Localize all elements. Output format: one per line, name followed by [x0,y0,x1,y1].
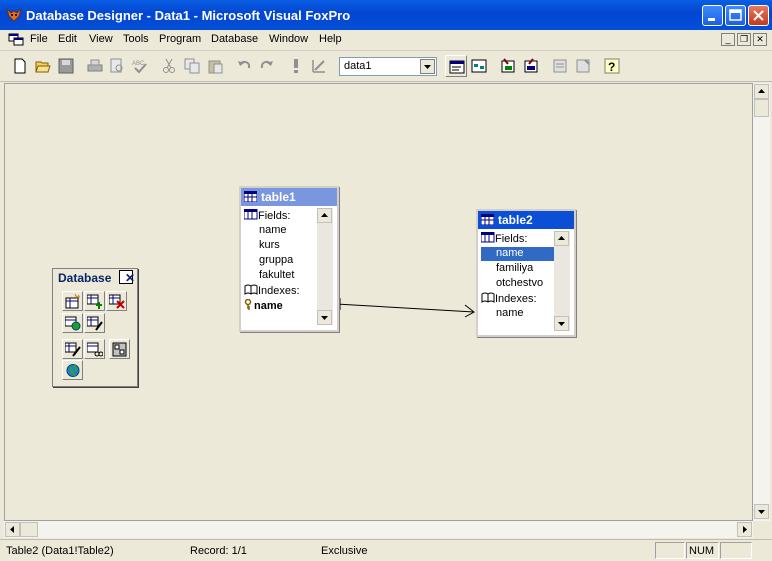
indexes-book-icon [481,292,495,303]
scroll-down-icon [321,316,328,320]
add-table-button[interactable] [84,291,105,311]
status-table-info: Table2 (Data1!Table2) [6,545,114,557]
table1-indexes-label: Indexes: [258,285,300,297]
scroll-left-button[interactable] [5,522,20,537]
table2-field-familiya[interactable]: familiya [496,262,533,277]
status-panel-num: NUM [686,542,719,559]
scroll-left-icon [10,526,14,533]
local-view-icon [87,316,103,331]
scroll-right-icon [743,526,747,533]
table1-scrollbar[interactable] [317,208,333,325]
remote-view-icon [65,316,81,331]
table1-field-kurs[interactable]: kurs [259,239,280,254]
add-table-icon [87,294,102,309]
modify-table-button[interactable] [62,339,83,359]
table2-scrollbar[interactable] [554,231,570,331]
table1-field-fakultet[interactable]: fakultet [259,269,294,284]
scroll-up-icon [321,213,328,217]
database-toolbar-title: Database [58,271,112,285]
fields-icon [480,231,495,243]
table-icon [481,214,494,225]
status-num: NUM [689,545,715,557]
table1-window[interactable]: table1 Fields: name kurs gruppa fakultet… [239,186,339,332]
table1-scroll-up[interactable] [317,208,332,223]
database-toolbar-titlebar[interactable]: Database ✕ [53,269,137,286]
table1-header[interactable]: table1 [241,188,337,206]
table1-scroll-down[interactable] [317,310,332,325]
new-table-button[interactable] [62,291,83,311]
table2-indexes-label-row: Indexes: [481,292,537,307]
table1-indexes-label-row: Indexes: [244,284,300,299]
remove-table-button[interactable] [106,291,127,311]
table2-indexes-label: Indexes: [495,293,537,305]
table1-field-gruppa[interactable]: gruppa [259,254,293,269]
connections-button[interactable] [62,360,83,380]
fields-icon [243,208,258,220]
new-local-view-button[interactable] [84,313,105,333]
table2-header[interactable]: table2 [478,211,574,229]
close-icon: ✕ [125,271,136,285]
table2-name: table2 [498,213,533,227]
table1-index-name: name [254,300,283,312]
new-table-icon [65,294,80,309]
table1-name: table1 [261,190,296,204]
scroll-down-icon [558,322,565,326]
status-panel-caps [655,542,685,559]
stored-procedures-icon [112,342,127,357]
browse-icon [87,342,103,357]
table2-field-otchestvo[interactable]: otchestvo [496,277,543,292]
table1-field-name[interactable]: name [259,224,287,239]
status-mode: Exclusive [321,545,368,557]
scroll-down-button[interactable] [754,504,769,519]
scroll-down-icon [758,510,765,514]
table2-field-name[interactable]: name [496,247,524,262]
table2-scroll-up[interactable] [554,231,569,246]
status-panel-ins [720,542,752,559]
remove-table-icon [109,294,125,309]
table2-fields-label: Fields: [495,233,528,245]
vertical-scroll-thumb[interactable] [754,99,769,117]
table1-index-name-row[interactable]: name [244,298,283,314]
globe-icon [66,364,80,377]
add-remote-view-button[interactable] [62,313,83,333]
table2-window[interactable]: table2 Fields: name familiya otchestvo I… [476,209,576,337]
status-record: Record: 1/1 [190,545,247,557]
table1-fields-label: Fields: [258,210,291,222]
edit-stored-procedures-button[interactable] [109,339,130,359]
status-bar: Table2 (Data1!Table2) Record: 1/1 Exclus… [0,539,772,561]
table2-fields-label-row: Fields: [480,231,528,247]
table2-index-name[interactable]: name [496,307,524,322]
table2-scroll-down[interactable] [554,316,569,331]
database-designer-toolbar[interactable]: Database ✕ [52,268,138,387]
horizontal-scroll-thumb[interactable] [20,522,38,537]
vertical-scrollbar[interactable] [753,83,770,521]
scroll-up-icon [758,89,765,93]
scroll-up-button[interactable] [754,84,769,99]
database-toolbar-close-button[interactable]: ✕ [119,270,136,285]
horizontal-scrollbar[interactable] [4,521,753,538]
modify-table-icon [65,342,81,357]
key-icon [244,298,252,310]
indexes-book-icon [244,284,258,295]
browse-table-button[interactable] [84,339,105,359]
table-icon [244,191,257,202]
scroll-up-icon [558,236,565,240]
table1-fields-label-row: Fields: [243,208,291,224]
scroll-right-button[interactable] [737,522,752,537]
